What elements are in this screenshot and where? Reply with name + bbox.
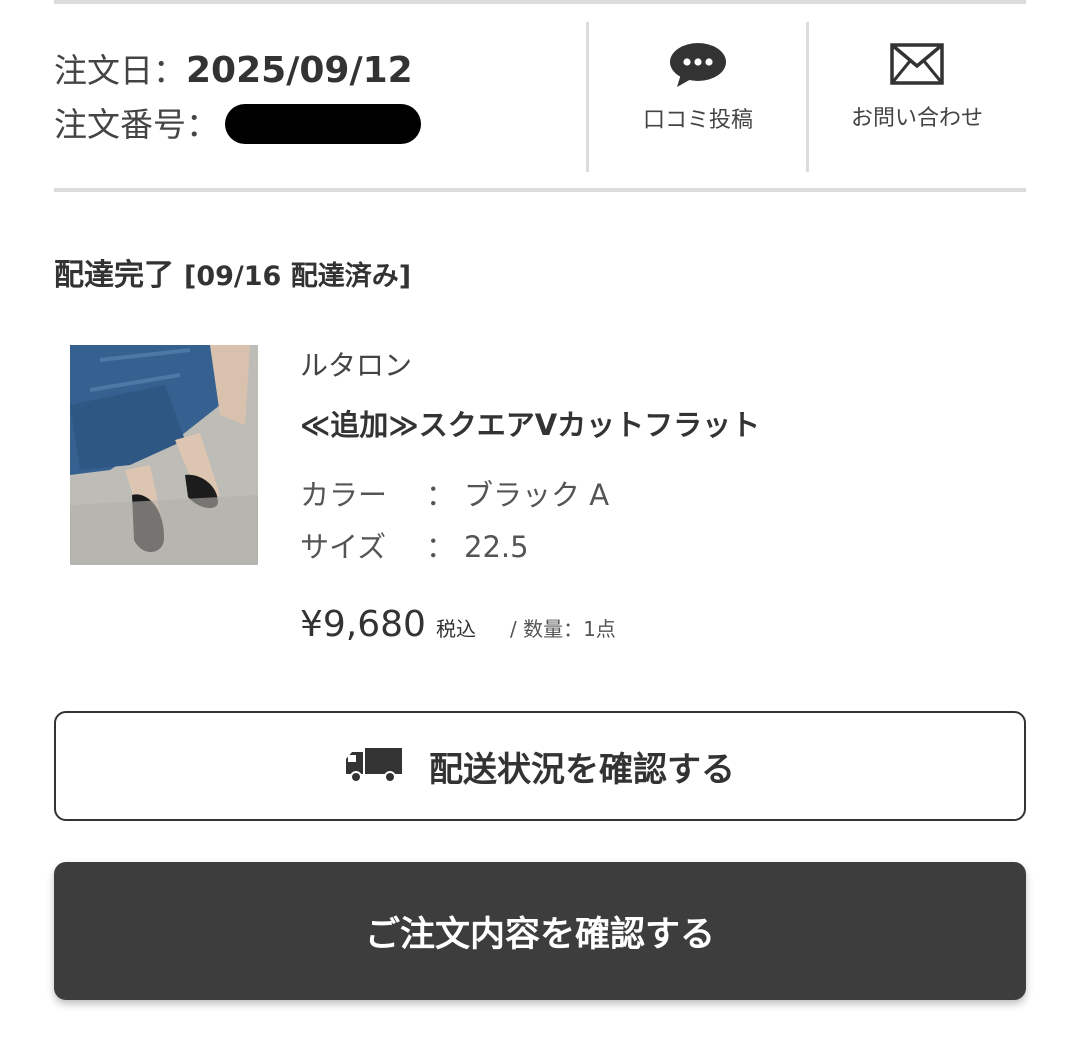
order-date-row: 注文日：2025/09/12: [54, 44, 574, 98]
product-price: ¥9,680: [300, 604, 426, 645]
view-order-details-button[interactable]: ご注文内容を確認する: [54, 862, 1026, 1000]
color-value: ブラック A: [464, 478, 610, 512]
contact-label: お問い合わせ: [850, 106, 983, 131]
product-size: サイズ ： 22.5: [300, 524, 529, 566]
size-separator: ：: [426, 530, 456, 564]
product-name[interactable]: ≪追加≫スクエアVカットフラット: [300, 402, 760, 444]
order-number-row: 注文番号：: [54, 98, 574, 152]
color-separator: ：: [426, 478, 456, 512]
tax-included-label: 税込: [435, 617, 476, 641]
product-brand: ルタロン: [300, 349, 413, 382]
color-label: カラー: [300, 478, 388, 512]
price-row: ¥9,680 税込 / 数量：1点: [300, 604, 616, 645]
vertical-divider: [806, 22, 809, 172]
delivery-status: 配達完了 [09/16 配達済み]: [54, 250, 411, 294]
order-date-value: 2025/09/12: [186, 50, 413, 91]
product-quantity: / 数量：1点: [509, 617, 616, 641]
size-value: 22.5: [464, 530, 529, 564]
review-post-label: 口コミ投稿: [642, 108, 753, 133]
order-history-card: 注文日：2025/09/12 注文番号： 口コミ投稿 お問い合わせ 配達完了 [0…: [0, 0, 1080, 1040]
vertical-divider: [586, 22, 589, 172]
truck-icon: [346, 748, 402, 783]
order-number-redacted: [225, 103, 421, 144]
contact-button[interactable]: お問い合わせ: [826, 42, 1008, 132]
delivery-status-title: 配達完了: [54, 258, 174, 293]
check-delivery-status-label: 配送状況を確認する: [429, 749, 735, 790]
envelope-icon: [890, 43, 944, 85]
header-divider: [54, 188, 1026, 192]
top-divider: [54, 0, 1026, 4]
review-post-button[interactable]: 口コミ投稿: [608, 42, 788, 134]
product-thumbnail[interactable]: [70, 345, 258, 565]
delivery-status-detail: [09/16 配達済み]: [184, 261, 412, 292]
size-label: サイズ: [300, 530, 387, 564]
order-date-label: 注文日：: [54, 51, 186, 90]
product-color: カラー ：ブラック A: [300, 472, 609, 514]
order-info: 注文日：2025/09/12 注文番号：: [54, 44, 574, 152]
product-image: [70, 345, 258, 565]
view-order-details-label: ご注文内容を確認する: [364, 914, 715, 955]
chat-bubble-icon: [670, 43, 726, 87]
check-delivery-status-button[interactable]: 配送状況を確認する: [54, 711, 1026, 821]
order-number-label: 注文番号：: [54, 105, 219, 144]
